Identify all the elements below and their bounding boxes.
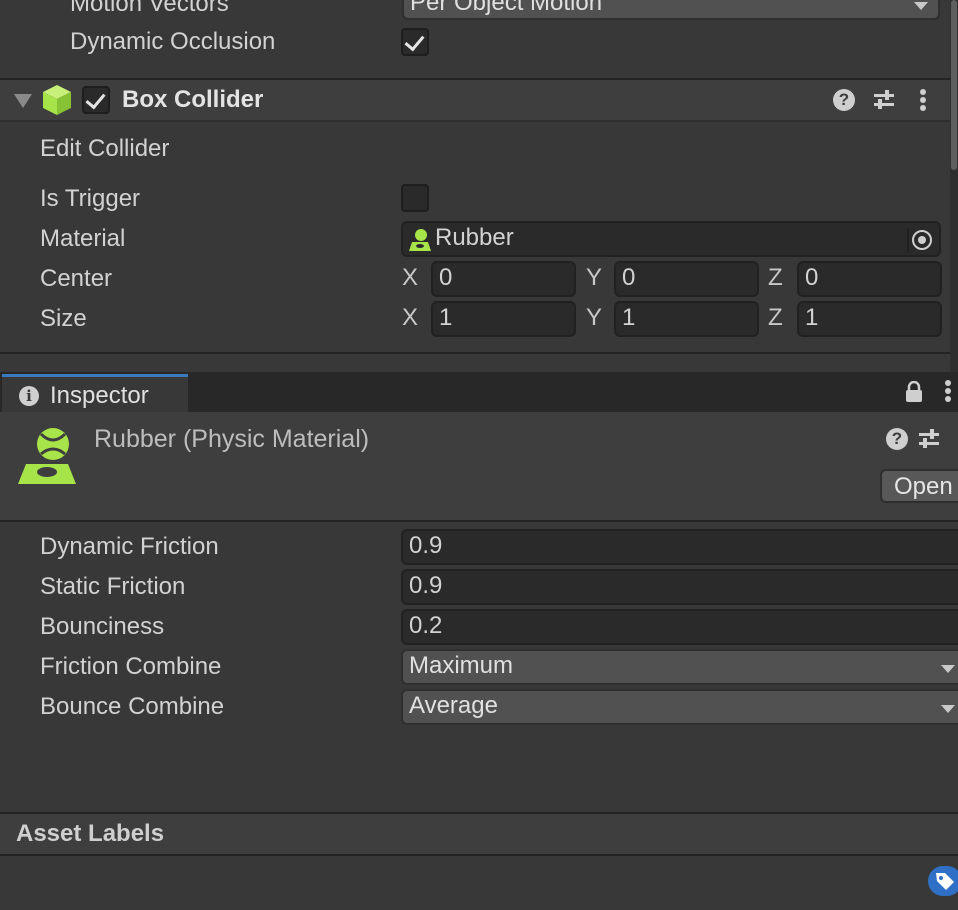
asset-help-icon[interactable]: ? xyxy=(886,428,908,450)
physic-material-icon xyxy=(409,228,431,252)
help-icon[interactable]: ? xyxy=(833,89,855,111)
center-x-label: X xyxy=(402,264,419,291)
size-z-field[interactable]: 1 xyxy=(797,301,942,337)
open-button-label: Open xyxy=(894,473,953,500)
friction-combine-label: Friction Combine xyxy=(40,653,222,680)
tab-more-options-icon[interactable] xyxy=(944,380,952,404)
friction-combine-dropdown[interactable]: Maximum xyxy=(401,649,958,685)
box-collider-title: Box Collider xyxy=(122,86,264,113)
scrollbar-thumb[interactable] xyxy=(951,0,957,170)
center-z-label: Z xyxy=(768,264,783,291)
static-friction-field[interactable]: 0.9 xyxy=(401,569,958,605)
dynamic-occlusion-checkbox[interactable] xyxy=(401,28,429,56)
bounce-combine-dropdown[interactable]: Average xyxy=(401,689,958,725)
center-y-field[interactable]: 0 xyxy=(614,261,759,297)
lock-icon[interactable] xyxy=(904,380,924,403)
size-x-label: X xyxy=(402,304,419,331)
asset-labels-header: Asset Labels xyxy=(0,814,958,854)
motion-vectors-dropdown[interactable]: Per Object Motion xyxy=(402,0,940,20)
center-y-label: Y xyxy=(586,264,603,291)
header-divider xyxy=(0,120,950,122)
component-divider xyxy=(0,352,950,354)
scrollbar-track[interactable] xyxy=(950,0,958,372)
tab-inspector[interactable]: i Inspector xyxy=(2,374,188,412)
size-z-label: Z xyxy=(768,304,783,331)
asset-title: Rubber (Physic Material) xyxy=(94,425,370,453)
open-button[interactable]: Open xyxy=(880,469,958,503)
asset-header: Rubber (Physic Material) ? Open xyxy=(0,412,958,520)
more-options-icon[interactable] xyxy=(919,89,927,113)
material-label: Material xyxy=(40,225,126,252)
material-object-field[interactable]: Rubber xyxy=(401,221,941,257)
motion-vectors-label: Motion Vectors xyxy=(70,0,229,17)
presets-icon[interactable] xyxy=(872,89,896,111)
info-icon: i xyxy=(19,386,39,406)
is-trigger-label: Is Trigger xyxy=(40,185,141,212)
dynamic-friction-field[interactable]: 0.9 xyxy=(401,529,958,565)
size-label: Size xyxy=(40,305,87,332)
size-x-field[interactable]: 1 xyxy=(431,301,576,337)
foldout-arrow-icon[interactable] xyxy=(14,94,32,108)
upper-inspector-panel: Motion Vectors Per Object Motion Dynamic… xyxy=(0,0,958,372)
tab-inspector-label: Inspector xyxy=(50,382,149,409)
box-collider-header[interactable]: Box Collider ? xyxy=(0,80,950,120)
box-collider-enabled-checkbox[interactable] xyxy=(82,86,110,114)
physic-material-properties: Dynamic Friction 0.9 Static Friction 0.9… xyxy=(0,522,958,812)
check-icon xyxy=(85,88,106,110)
chevron-down-icon xyxy=(941,665,955,673)
center-z-field[interactable]: 0 xyxy=(797,261,942,297)
bounciness-field[interactable]: 0.2 xyxy=(401,609,958,645)
tag-icon xyxy=(934,870,956,892)
size-y-label: Y xyxy=(586,304,603,331)
inspector-tab-bar: i Inspector xyxy=(0,372,958,412)
edit-collider-label[interactable]: Edit Collider xyxy=(40,135,169,163)
chevron-down-icon xyxy=(941,705,955,713)
asset-labels-title: Asset Labels xyxy=(16,820,165,847)
is-trigger-checkbox[interactable] xyxy=(401,184,429,212)
dynamic-occlusion-label: Dynamic Occlusion xyxy=(70,28,276,55)
check-icon xyxy=(404,30,425,52)
bounce-combine-label: Bounce Combine xyxy=(40,693,225,720)
physic-material-large-icon xyxy=(16,426,76,486)
bounce-combine-value: Average xyxy=(409,692,498,719)
size-y-field[interactable]: 1 xyxy=(614,301,759,337)
material-value: Rubber xyxy=(435,224,514,251)
object-picker-icon[interactable] xyxy=(907,228,933,252)
asset-presets-icon[interactable] xyxy=(917,428,941,450)
box-collider-icon xyxy=(42,84,72,116)
friction-combine-value: Maximum xyxy=(409,652,514,679)
label-tag-button[interactable] xyxy=(928,866,958,896)
dynamic-friction-label: Dynamic Friction xyxy=(40,533,219,560)
static-friction-label: Static Friction xyxy=(40,573,186,600)
chevron-down-icon xyxy=(914,2,928,10)
asset-labels-body xyxy=(0,856,958,910)
center-label: Center xyxy=(40,265,113,292)
center-x-field[interactable]: 0 xyxy=(431,261,576,297)
motion-vectors-value: Per Object Motion xyxy=(410,0,603,16)
bounciness-label: Bounciness xyxy=(40,613,165,640)
